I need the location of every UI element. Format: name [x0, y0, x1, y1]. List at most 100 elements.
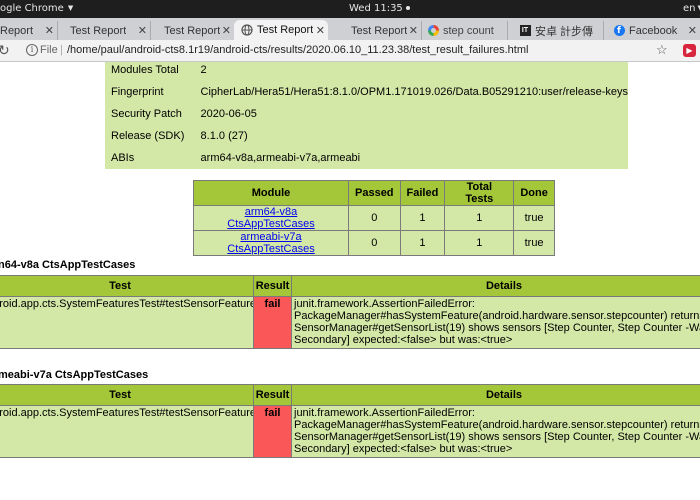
- total-cell: 1: [444, 230, 515, 256]
- close-icon[interactable]: ✕: [222, 24, 234, 37]
- close-icon[interactable]: ✕: [45, 24, 57, 37]
- tab-label: Test Report: [257, 24, 314, 36]
- summary-value: 2: [200, 64, 207, 76]
- details-line: Secondary] expected:<false> but was:<tru…: [294, 443, 513, 455]
- browser-tab-strip: Report ✕ Test Report ✕ Test Report ✕ Tes…: [0, 18, 700, 40]
- module-cell: arm64-v8a CtsAppTestCases: [193, 205, 349, 231]
- details-cell: junit.framework.AssertionFailedError: Pa…: [291, 296, 700, 349]
- total-cell: 1: [444, 205, 515, 231]
- browser-tab[interactable]: Test Report ✕: [57, 21, 151, 40]
- tab-label: Test Report: [70, 24, 127, 37]
- summary-row: Security Patch 2020-06-05: [105, 103, 628, 125]
- results-header-row: Test Result Details: [0, 384, 700, 406]
- table-row: ndroid.app.cts.SystemFeaturesTest#testSe…: [0, 405, 700, 458]
- tab-label: 安卓 計步傳: [535, 25, 594, 38]
- column-header: Details: [291, 384, 700, 406]
- failed-cell: 1: [399, 230, 446, 256]
- section-title: meabi-v7a CtsAppTestCases: [0, 369, 149, 381]
- column-header: Done: [513, 180, 555, 206]
- address-bar: ↻ i File | /home/paul/android-cts8.1r19/…: [0, 40, 700, 62]
- it-icon: IT: [519, 25, 531, 37]
- modules-header-row: Module Passed Failed Total Tests Done: [193, 180, 555, 206]
- tab-label: Test Report: [164, 24, 221, 37]
- result-fail-cell: fail: [253, 296, 292, 349]
- modules-table: Module Passed Failed Total Tests Done ar…: [193, 180, 555, 256]
- test-name-cell: ndroid.app.cts.SystemFeaturesTest#testSe…: [0, 405, 254, 458]
- system-top-bar: ogle Chrome▼ Wed 11:35 en▼: [0, 0, 700, 18]
- table-row: ndroid.app.cts.SystemFeaturesTest#testSe…: [0, 296, 700, 349]
- summary-row: Fingerprint CipherLab/Hera51/Hera51:8.1.…: [105, 81, 628, 103]
- column-header: Module: [193, 180, 349, 206]
- input-language-indicator[interactable]: en▼: [683, 3, 700, 14]
- done-cell: true: [513, 230, 555, 256]
- browser-tab[interactable]: Report ✕: [0, 21, 58, 40]
- tab-label: Test Report: [351, 24, 408, 37]
- summary-label: Security Patch: [111, 108, 182, 120]
- reload-icon[interactable]: ↻: [0, 42, 10, 59]
- browser-tab[interactable]: step count: [421, 21, 508, 40]
- table-row: armeabi-v7a CtsAppTestCases 0 1 1 true: [193, 230, 555, 256]
- details-line: junit.framework.AssertionFailedError:: [294, 298, 475, 310]
- details-cell: junit.framework.AssertionFailedError: Pa…: [291, 405, 700, 458]
- summary-value: 2020-06-05: [200, 108, 257, 120]
- details-line: junit.framework.AssertionFailedError:: [294, 407, 475, 419]
- app-menu[interactable]: ogle Chrome ▼: [0, 3, 73, 14]
- browser-tab[interactable]: f Facebook ✕: [603, 21, 700, 40]
- results-header-row: Test Result Details: [0, 275, 700, 297]
- close-icon[interactable]: ✕: [316, 24, 328, 37]
- bookmark-star-icon[interactable]: ☆: [656, 42, 668, 58]
- summary-value: CipherLab/Hera51/Hera51:8.1.0/OPM1.17101…: [200, 86, 628, 98]
- module-link[interactable]: arm64-v8a CtsAppTestCases: [227, 206, 314, 230]
- facebook-icon: f: [613, 25, 625, 37]
- globe-icon: [241, 24, 253, 36]
- result-fail-cell: fail: [253, 405, 292, 458]
- summary-label: Modules Total: [111, 64, 179, 76]
- column-header: Details: [291, 275, 700, 297]
- notification-dot-icon: [405, 6, 410, 10]
- module-cell: armeabi-v7a CtsAppTestCases: [193, 230, 349, 256]
- summary-value: 8.1.0 (27): [200, 130, 248, 142]
- column-header: Total Tests: [444, 180, 515, 206]
- url-field[interactable]: /home/paul/android-cts8.1r19/android-cts…: [67, 44, 528, 56]
- results-table: Test Result Details ndroid.app.cts.Syste…: [0, 384, 700, 458]
- browser-tab-active[interactable]: Test Report ✕: [234, 20, 328, 40]
- system-clock[interactable]: Wed 11:35: [349, 3, 410, 14]
- tab-label: Report: [0, 24, 34, 37]
- summary-row: ABIs arm64-v8a,armeabi-v7a,armeabi: [105, 147, 628, 169]
- column-header: Passed: [348, 180, 401, 206]
- details-line: Secondary] expected:<false> but was:<tru…: [294, 334, 513, 346]
- page-content: Modules Total 2 Fingerprint CipherLab/He…: [0, 62, 700, 500]
- failed-cell: 1: [399, 205, 446, 231]
- close-icon[interactable]: ✕: [688, 24, 700, 37]
- details-line: SensorManager#getSensorList(19) shows se…: [294, 322, 700, 334]
- browser-tab[interactable]: IT 安卓 計步傳: [507, 21, 604, 40]
- tab-label: Facebook: [629, 24, 678, 37]
- passed-cell: 0: [348, 230, 401, 256]
- section-title: n64-v8a CtsAppTestCases: [0, 259, 136, 271]
- summary-row: Release (SDK) 8.1.0 (27): [105, 125, 628, 147]
- close-icon[interactable]: ✕: [138, 24, 150, 37]
- summary-row: Modules Total 2: [105, 62, 628, 81]
- tab-label: step count: [443, 24, 494, 37]
- extension-icon[interactable]: ▶: [683, 44, 696, 57]
- details-line: PackageManager#hasSystemFeature(android.…: [294, 419, 700, 431]
- close-icon[interactable]: ✕: [409, 24, 421, 37]
- summary-label: Release (SDK): [111, 130, 185, 142]
- info-icon[interactable]: i: [26, 44, 38, 56]
- results-table: Test Result Details ndroid.app.cts.Syste…: [0, 275, 700, 349]
- summary-value: arm64-v8a,armeabi-v7a,armeabi: [200, 152, 361, 164]
- dropdown-arrow-icon: ▼: [67, 4, 74, 12]
- column-header: Failed: [399, 180, 446, 206]
- column-header: Result: [253, 384, 292, 406]
- column-header: Test: [0, 384, 254, 406]
- summary-label: Fingerprint: [111, 86, 164, 98]
- module-link[interactable]: armeabi-v7a CtsAppTestCases: [227, 231, 314, 255]
- browser-tab[interactable]: Test Report ✕: [328, 21, 422, 40]
- google-icon: [427, 25, 439, 37]
- summary-table: Modules Total 2 Fingerprint CipherLab/He…: [105, 62, 628, 169]
- summary-label: ABIs: [111, 152, 135, 164]
- passed-cell: 0: [348, 205, 401, 231]
- details-line: PackageManager#hasSystemFeature(android.…: [294, 310, 700, 322]
- browser-tab[interactable]: Test Report ✕: [150, 21, 234, 40]
- url-scheme: File: [40, 44, 58, 56]
